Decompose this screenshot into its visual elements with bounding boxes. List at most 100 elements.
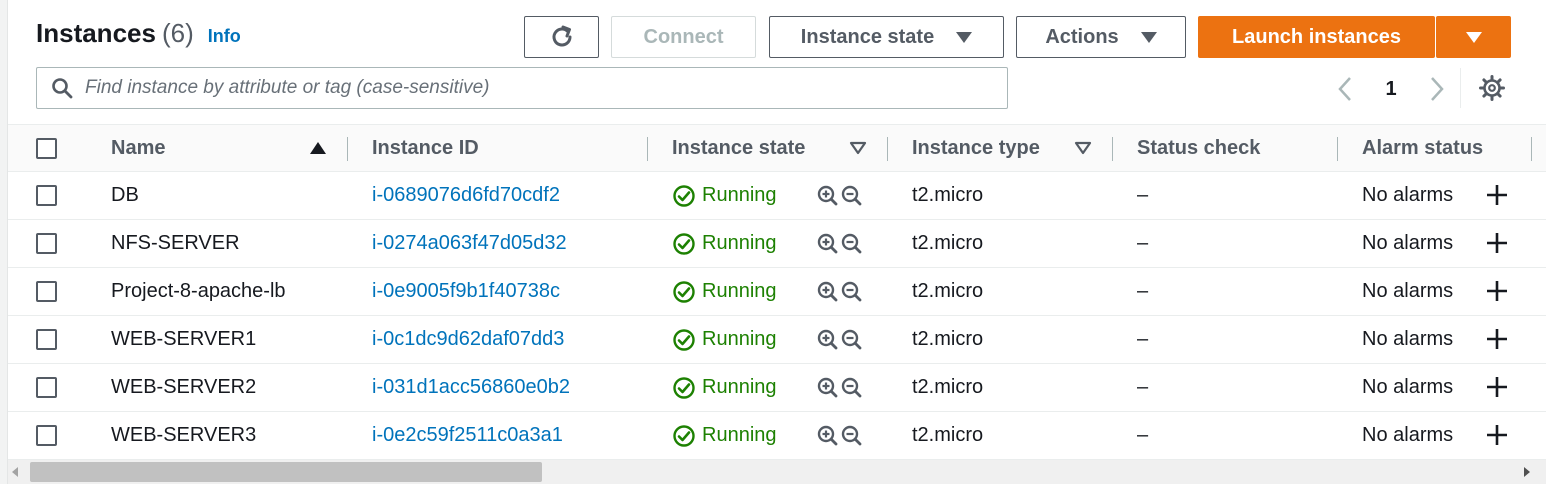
- connect-button[interactable]: Connect: [611, 16, 756, 58]
- column-header-instance-id[interactable]: Instance ID: [372, 125, 479, 171]
- row-checkbox[interactable]: [36, 425, 57, 446]
- alarm-status: No alarms: [1362, 184, 1454, 206]
- caret-down-icon: [1140, 31, 1157, 43]
- instance-state-dropdown[interactable]: Instance state: [769, 16, 1004, 58]
- alarm-status: No alarms: [1362, 376, 1454, 398]
- scrollbar-thumb[interactable]: [30, 462, 542, 482]
- instance-id-link[interactable]: i-0689076d6fd70cdf2: [372, 172, 560, 219]
- instance-id-link[interactable]: i-0e2c59f2511c0a3a1: [372, 412, 563, 459]
- row-checkbox[interactable]: [36, 281, 57, 302]
- column-resizer[interactable]: [347, 137, 348, 161]
- column-header-instance-state[interactable]: Instance state: [672, 125, 805, 171]
- launch-instances-button[interactable]: Launch instances: [1198, 16, 1435, 58]
- instance-name: Project-8-apache-lb: [111, 280, 286, 302]
- plus-icon[interactable]: [1485, 327, 1509, 351]
- zoom-out-icon: [841, 329, 862, 350]
- chevron-right-icon[interactable]: [1428, 76, 1446, 102]
- table-row[interactable]: WEB-SERVER1 i-0c1dc9d62daf07dd3 Running …: [8, 316, 1546, 364]
- zoom-in-icon: [817, 281, 838, 302]
- caret-down-icon: [956, 31, 973, 43]
- plus-icon[interactable]: [1485, 375, 1509, 399]
- zoom-in-out-icons[interactable]: [816, 184, 864, 208]
- zoom-in-icon: [817, 233, 838, 254]
- instance-state-label: Running: [702, 328, 777, 350]
- connect-button-label: Connect: [643, 25, 724, 48]
- column-header-instance-type[interactable]: Instance type: [912, 125, 1040, 171]
- zoom-out-icon: [841, 233, 862, 254]
- plus-icon[interactable]: [1485, 279, 1509, 303]
- zoom-in-out-icons[interactable]: [816, 424, 864, 448]
- plus-icon[interactable]: [1485, 231, 1509, 255]
- instances-panel: Instances (6) Info Connect Instance stat…: [8, 0, 1546, 484]
- alarm-status: No alarms: [1362, 280, 1454, 302]
- plus-icon[interactable]: [1485, 423, 1509, 447]
- column-header-alarm-status[interactable]: Alarm status: [1362, 125, 1483, 171]
- column-resizer[interactable]: [1531, 137, 1532, 161]
- instance-id-link[interactable]: i-0c1dc9d62daf07dd3: [372, 316, 564, 363]
- instance-name: NFS-SERVER: [111, 232, 240, 254]
- sort-toggle-icon[interactable]: [1074, 141, 1092, 155]
- zoom-out-icon: [841, 185, 862, 206]
- column-header-status-check[interactable]: Status check: [1137, 125, 1260, 171]
- instance-state: Running: [672, 172, 777, 219]
- table-row[interactable]: WEB-SERVER2 i-031d1acc56860e0b2 Running …: [8, 364, 1546, 412]
- instance-type: t2.micro: [912, 280, 984, 302]
- instance-state: Running: [672, 412, 777, 459]
- table-row[interactable]: NFS-SERVER i-0274a063f47d05d32 Running t…: [8, 220, 1546, 268]
- table-row[interactable]: Project-8-apache-lb i-0e9005f9b1f40738c …: [8, 268, 1546, 316]
- zoom-in-out-icons[interactable]: [816, 376, 864, 400]
- refresh-button[interactable]: [524, 16, 599, 58]
- plus-icon[interactable]: [1485, 183, 1509, 207]
- chevron-left-icon[interactable]: [1336, 76, 1354, 102]
- current-page[interactable]: 1: [1385, 78, 1396, 101]
- zoom-in-icon: [817, 185, 838, 206]
- table-row[interactable]: DB i-0689076d6fd70cdf2 Running t2.micro: [8, 172, 1546, 220]
- row-checkbox[interactable]: [36, 329, 57, 350]
- horizontal-scrollbar[interactable]: [8, 460, 1546, 484]
- instance-id-link[interactable]: i-031d1acc56860e0b2: [372, 364, 570, 411]
- status-check: –: [1137, 280, 1149, 302]
- gear-icon[interactable]: [1478, 74, 1506, 102]
- alarm-status: No alarms: [1362, 232, 1454, 254]
- column-resizer[interactable]: [647, 137, 648, 161]
- toolbar-divider: [1460, 68, 1461, 108]
- search-input[interactable]: [85, 77, 985, 99]
- scroll-right-arrow-icon[interactable]: [1524, 467, 1530, 477]
- instance-state-label: Running: [702, 232, 777, 254]
- refresh-icon: [552, 25, 571, 47]
- row-checkbox[interactable]: [36, 377, 57, 398]
- column-resizer[interactable]: [1337, 137, 1338, 161]
- column-resizer[interactable]: [887, 137, 888, 161]
- caret-down-icon: [1465, 31, 1482, 43]
- launch-options-dropdown[interactable]: [1436, 16, 1511, 58]
- info-link[interactable]: Info: [208, 26, 241, 47]
- check-circle-icon: [673, 424, 695, 447]
- search-box[interactable]: [36, 67, 1008, 109]
- instance-state-label: Running: [702, 280, 777, 302]
- instance-type: t2.micro: [912, 184, 984, 206]
- zoom-in-out-icons[interactable]: [816, 232, 864, 256]
- instance-state-label: Running: [702, 376, 777, 398]
- status-check: –: [1137, 232, 1149, 254]
- instance-name: WEB-SERVER2: [111, 376, 257, 398]
- instance-state: Running: [672, 220, 777, 267]
- column-resizer[interactable]: [1112, 137, 1113, 161]
- pagination: 1: [1336, 72, 1446, 106]
- scroll-left-arrow-icon[interactable]: [12, 467, 18, 477]
- column-header-name[interactable]: Name: [111, 125, 165, 171]
- row-checkbox[interactable]: [36, 233, 57, 254]
- instance-id-link[interactable]: i-0274a063f47d05d32: [372, 220, 567, 267]
- instance-name: WEB-SERVER1: [111, 328, 257, 350]
- sort-toggle-icon[interactable]: [849, 141, 867, 155]
- status-check: –: [1137, 328, 1149, 350]
- select-all-checkbox[interactable]: [36, 138, 57, 159]
- table-row[interactable]: WEB-SERVER3 i-0e2c59f2511c0a3a1 Running …: [8, 412, 1546, 460]
- row-checkbox[interactable]: [36, 185, 57, 206]
- check-circle-icon: [673, 328, 695, 351]
- zoom-in-out-icons[interactable]: [816, 280, 864, 304]
- instance-id-link[interactable]: i-0e9005f9b1f40738c: [372, 268, 560, 315]
- actions-dropdown[interactable]: Actions: [1016, 16, 1186, 58]
- zoom-in-out-icons[interactable]: [816, 328, 864, 352]
- instance-state-label: Running: [702, 424, 777, 446]
- sort-ascending-icon[interactable]: [310, 142, 326, 154]
